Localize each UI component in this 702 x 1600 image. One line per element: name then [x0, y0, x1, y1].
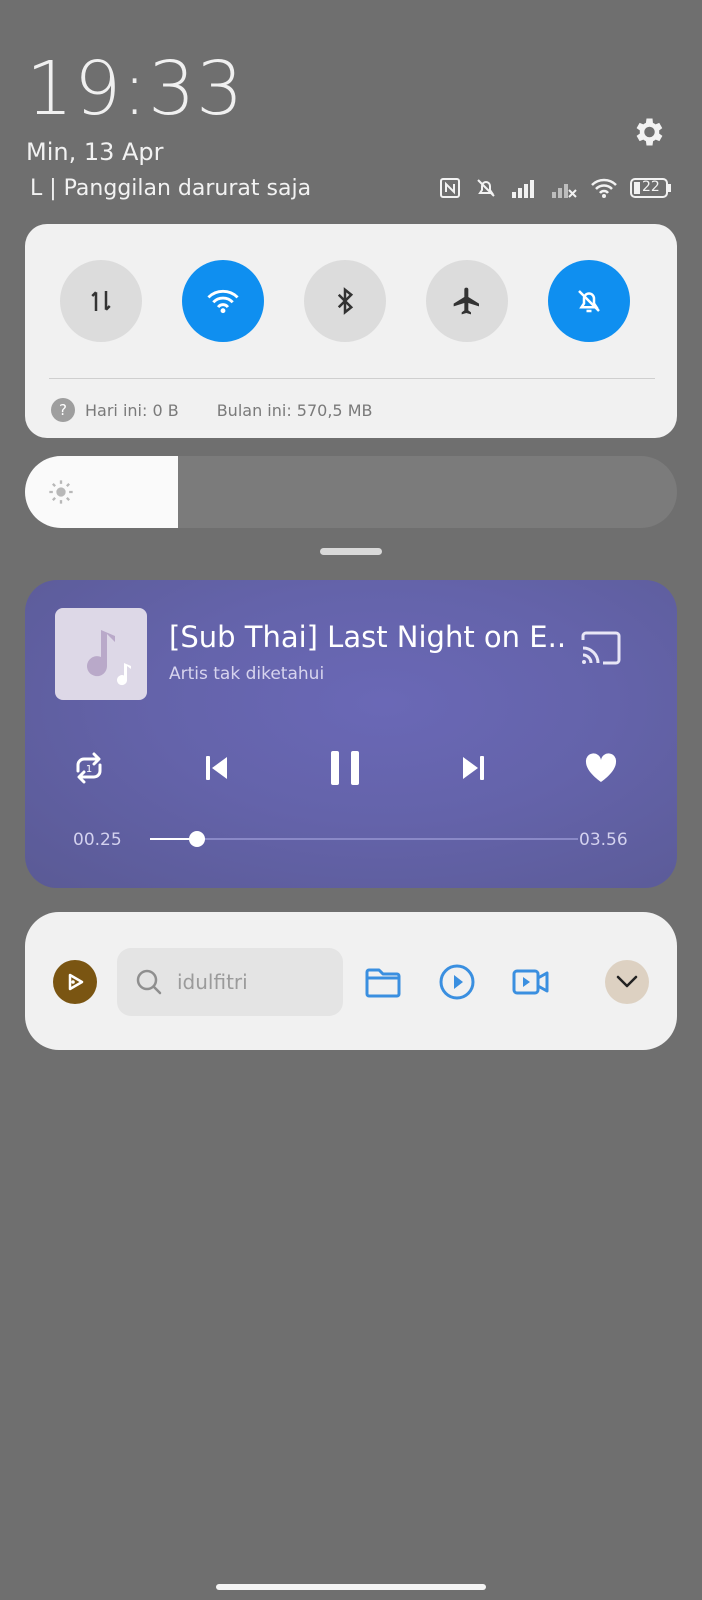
search-icon	[135, 968, 163, 996]
skip-previous-icon	[206, 756, 227, 780]
track-title: [Sub Thai] Last Night on E...	[169, 620, 569, 654]
previous-button[interactable]	[191, 742, 243, 794]
airplane-mode-toggle[interactable]	[426, 260, 508, 342]
signal-icon	[510, 178, 538, 198]
cast-icon[interactable]	[577, 628, 625, 668]
pause-icon	[331, 751, 359, 785]
search-bar[interactable]: idulfitri	[117, 948, 343, 1016]
play-circle-icon	[439, 964, 475, 1000]
silent-icon	[474, 176, 498, 200]
wifi-toggle[interactable]	[182, 260, 264, 342]
battery-icon: 22	[630, 177, 672, 199]
seek-bar-thumb[interactable]	[189, 831, 206, 847]
nfc-icon	[438, 176, 462, 200]
mobile-data-toggle[interactable]	[60, 260, 142, 342]
heart-icon	[585, 753, 617, 782]
play-media-button[interactable]	[435, 960, 479, 1004]
drag-handle[interactable]	[320, 548, 382, 555]
data-today: Hari ini: 0 B	[85, 400, 179, 420]
app-logo[interactable]	[53, 960, 97, 1004]
music-note-icon	[87, 630, 131, 686]
status-bar-icons: 22	[438, 176, 672, 200]
bluetooth-toggle[interactable]	[304, 260, 386, 342]
date-label[interactable]: Min, 13 Apr	[26, 138, 164, 166]
folder-icon	[365, 968, 401, 998]
track-artist: Artis tak diketahui	[169, 664, 325, 684]
chevron-down-icon	[616, 975, 638, 988]
next-button[interactable]	[447, 742, 499, 794]
video-camera-icon	[512, 969, 549, 995]
brightness-sun-icon	[47, 478, 75, 506]
silent-icon	[578, 290, 600, 313]
data-usage-row[interactable]: ? Hari ini: 0 B Bulan ini: 570,5 MB	[51, 398, 372, 422]
total-time: 03.56	[579, 830, 628, 850]
panel-divider	[49, 378, 655, 379]
folder-button[interactable]	[361, 960, 405, 1004]
battery-level: 22	[642, 179, 660, 195]
file-manager-bar: idulfitri	[25, 912, 677, 1050]
repeat-icon: 1	[76, 752, 102, 784]
skip-next-icon	[463, 756, 484, 780]
quick-settings-panel: ? Hari ini: 0 B Bulan ini: 570,5 MB	[25, 224, 677, 438]
search-placeholder: idulfitri	[177, 970, 248, 994]
silent-toggle[interactable]	[548, 260, 630, 342]
app-logo-icon	[68, 973, 84, 991]
elapsed-time: 00.25	[73, 830, 122, 850]
album-art[interactable]	[55, 608, 147, 700]
expand-button[interactable]	[605, 960, 649, 1004]
wifi-icon	[590, 177, 618, 199]
help-icon[interactable]: ?	[51, 398, 75, 422]
bluetooth-icon	[337, 287, 354, 315]
settings-gear-icon[interactable]	[630, 114, 666, 150]
media-player-card[interactable]: [Sub Thai] Last Night on E... Artis tak …	[25, 580, 677, 888]
svg-text:1: 1	[86, 764, 92, 775]
repeat-button[interactable]: 1	[63, 742, 115, 794]
clock[interactable]: 19:33	[26, 52, 244, 126]
mobile-data-icon	[91, 291, 111, 311]
seek-bar[interactable]	[150, 831, 578, 847]
gesture-nav-bar[interactable]	[216, 1584, 486, 1590]
favorite-button[interactable]	[575, 742, 627, 794]
signal-x-icon	[550, 178, 578, 198]
brightness-slider[interactable]	[25, 456, 677, 528]
airplane-icon	[453, 287, 479, 315]
pause-button[interactable]	[319, 742, 371, 794]
video-button[interactable]	[509, 960, 553, 1004]
data-month: Bulan ini: 570,5 MB	[216, 400, 373, 420]
wifi-icon	[207, 289, 239, 314]
carrier-status: L | Panggilan darurat saja	[30, 176, 312, 201]
